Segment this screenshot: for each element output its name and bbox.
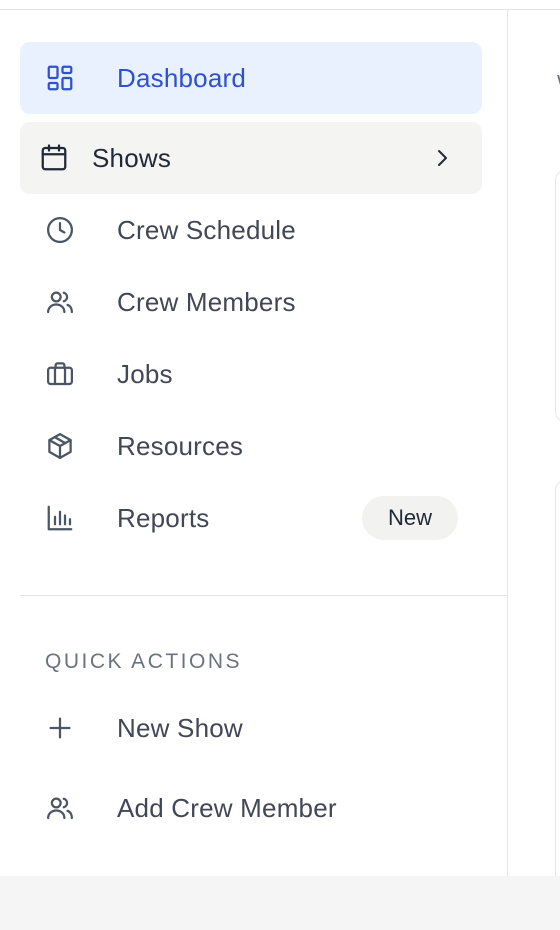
plus-icon	[44, 712, 76, 744]
sidebar-item-dashboard[interactable]: Dashboard	[20, 42, 482, 114]
content-card	[555, 480, 560, 876]
sidebar-item-crew-members[interactable]: Crew Members	[20, 266, 482, 338]
quick-action-label: Add Crew Member	[117, 792, 337, 823]
main-content: W	[508, 10, 560, 876]
top-bar	[0, 0, 560, 10]
sidebar-item-label: Shows	[92, 142, 172, 173]
sidebar-item-shows[interactable]: Shows	[20, 122, 482, 194]
briefcase-icon	[44, 358, 76, 390]
sidebar-item-reports[interactable]: Reports New	[20, 482, 482, 554]
quick-action-new-show[interactable]: New Show	[20, 692, 482, 764]
quick-action-add-crew-member[interactable]: Add Crew Member	[20, 772, 482, 844]
quick-actions-heading: QUICK ACTIONS	[45, 650, 243, 673]
sidebar-item-crew-schedule[interactable]: Crew Schedule	[20, 194, 482, 266]
sidebar-item-jobs[interactable]: Jobs	[20, 338, 482, 410]
calendar-icon	[38, 142, 70, 174]
users-icon	[44, 792, 76, 824]
sidebar-item-label: Crew Members	[117, 286, 296, 317]
bar-chart-icon	[44, 502, 76, 534]
sidebar-item-label: Dashboard	[117, 62, 246, 93]
sidebar-item-label: Resources	[117, 430, 244, 461]
sidebar-item-label: Reports	[117, 502, 210, 533]
sidebar-divider	[20, 595, 530, 596]
content-card	[555, 170, 560, 422]
dashboard-icon	[44, 62, 76, 94]
sidebar-item-label: Jobs	[117, 358, 173, 389]
sidebar-item-label: Crew Schedule	[117, 214, 296, 245]
chevron-right-icon	[430, 146, 454, 170]
clock-icon	[44, 214, 76, 246]
sidebar: Dashboard Shows Crew Schedule Crew Membe…	[0, 10, 530, 876]
users-icon	[44, 286, 76, 318]
quick-action-label: New Show	[117, 712, 243, 743]
package-icon	[44, 430, 76, 462]
new-badge: New	[362, 496, 458, 540]
sidebar-item-resources[interactable]: Resources	[20, 410, 482, 482]
